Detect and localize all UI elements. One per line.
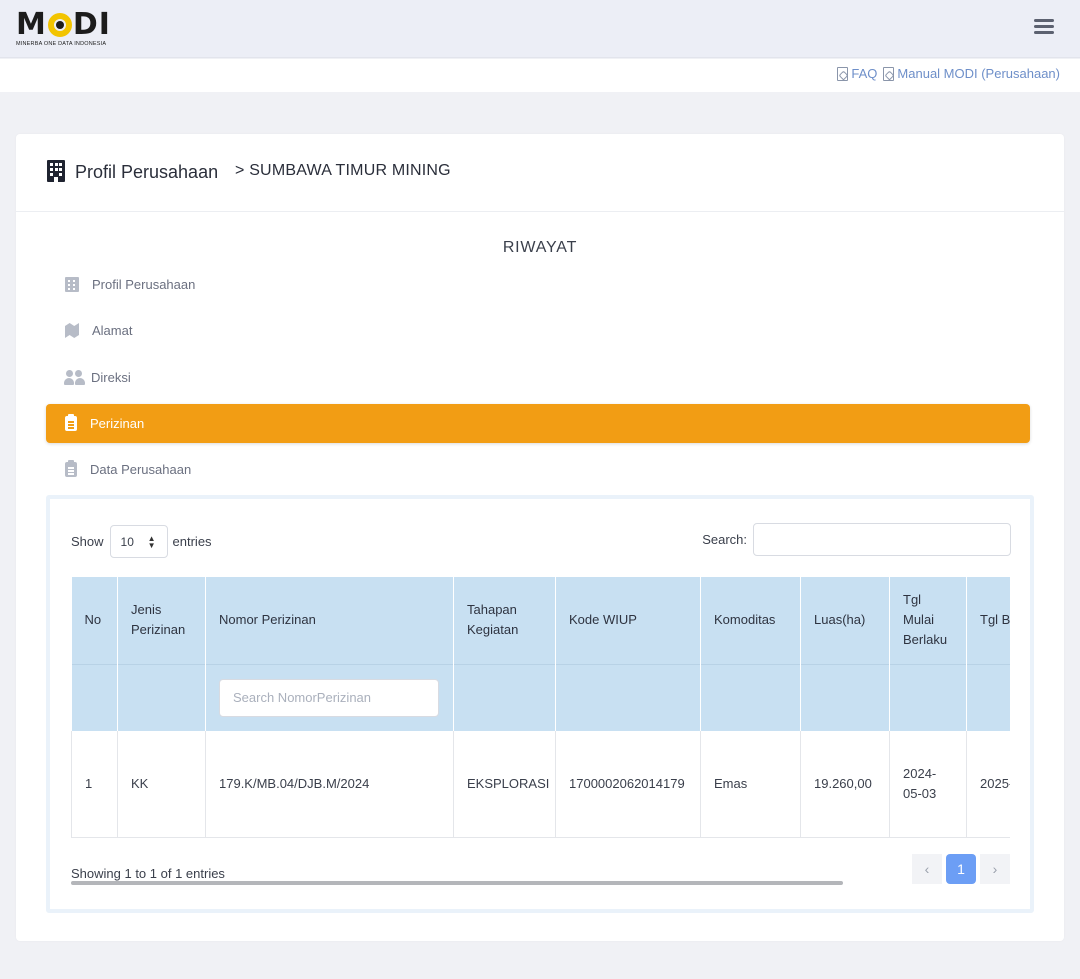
- card-header: Profil Perusahaan > SUMBAWA TIMUR MINING: [16, 134, 1064, 212]
- faq-link-label: FAQ: [851, 66, 878, 81]
- column-header-tgl-berakhir[interactable]: Tgl Berakhir: [966, 577, 1010, 664]
- modi-logo[interactable]: M DI MINERBA ONE DATA INDONESIA: [16, 10, 116, 50]
- table-cell: Emas: [700, 731, 801, 838]
- nav-item-perizinan[interactable]: Perizinan: [46, 404, 1030, 443]
- entries-label: entries: [172, 534, 212, 549]
- nav-item-data-perusahaan[interactable]: Data Perusahaan: [46, 450, 1030, 489]
- pagination: ‹ 1 ›: [912, 854, 1010, 884]
- horizontal-scrollbar[interactable]: [71, 881, 843, 885]
- nav-item-profil[interactable]: Profil Perusahaan: [46, 265, 1030, 304]
- next-page-button[interactable]: ›: [980, 854, 1010, 884]
- previous-page-button[interactable]: ‹: [912, 854, 942, 884]
- column-header-komoditas[interactable]: Komoditas: [700, 577, 801, 664]
- table-info: Showing 1 to 1 of 1 entries: [71, 866, 225, 881]
- search-input[interactable]: [753, 523, 1011, 556]
- table-cell: KK: [117, 731, 206, 838]
- table-cell: EKSPLORASI: [453, 731, 556, 838]
- table-cell: 2024-05-03: [889, 731, 967, 838]
- table-search: Search:: [702, 523, 1011, 556]
- search-label: Search:: [702, 532, 747, 547]
- nav-item-alamat[interactable]: Alamat: [46, 311, 1030, 350]
- table-cell: 179.K/MB.04/DJB.M/2024: [205, 731, 454, 838]
- entries-select-value: 10: [120, 534, 134, 549]
- column-header-luas[interactable]: Luas(ha): [800, 577, 890, 664]
- entries-length-control: Show 10 ▲ ▼ entries: [71, 525, 212, 558]
- manual-link[interactable]: Manual MODI (Perusahaan): [883, 66, 1060, 81]
- manual-link-label: Manual MODI (Perusahaan): [897, 66, 1060, 81]
- logo-letter-m: M: [16, 7, 47, 42]
- nomor-perizinan-filter-input[interactable]: [219, 678, 439, 717]
- table-cell: 2025-06-2: [966, 731, 1010, 838]
- nav-item-label: Alamat: [92, 323, 133, 338]
- pdf-file-icon: [883, 66, 895, 81]
- clipboard-icon: [65, 414, 77, 431]
- table-row: 1 KK 179.K/MB.04/DJB.M/2024 EKSPLORASI 1…: [71, 731, 1010, 838]
- building-icon: [47, 160, 65, 182]
- column-header-tgl-mulai[interactable]: Tgl Mulai Berlaku: [889, 577, 967, 664]
- nav-item-label: Perizinan: [90, 416, 145, 431]
- column-header-kode[interactable]: Kode WIUP: [555, 577, 701, 664]
- section-title: RIWAYAT: [502, 239, 578, 256]
- clipboard-icon: [65, 460, 77, 477]
- page-1-button[interactable]: 1: [946, 854, 976, 884]
- breadcrumb-company: > SUMBAWA TIMUR MINING: [235, 162, 451, 179]
- nav-item-direksi[interactable]: Direksi: [46, 358, 1030, 397]
- building-icon: [65, 277, 79, 292]
- pdf-file-icon: [837, 66, 849, 81]
- nav-item-label: Profil Perusahaan: [92, 277, 196, 292]
- table-scroll-area[interactable]: No Jenis Perizinan Nomor Perizinan Tahap…: [71, 577, 1010, 839]
- logo-o-icon: [47, 13, 72, 37]
- faq-link[interactable]: FAQ: [837, 66, 877, 81]
- logo-tagline: MINERBA ONE DATA INDONESIA: [16, 41, 107, 47]
- nav-item-label: Data Perusahaan: [90, 462, 192, 477]
- top-navbar: M DI MINERBA ONE DATA INDONESIA: [0, 0, 1080, 58]
- nav-item-label: Direksi: [91, 370, 131, 385]
- column-header-jenis[interactable]: Jenis Perizinan: [117, 577, 206, 664]
- users-icon: [64, 370, 86, 385]
- header-row: No Jenis Perizinan Nomor Perizinan Tahap…: [71, 577, 1010, 664]
- entries-select[interactable]: 10 ▲ ▼: [109, 525, 168, 558]
- menu-hamburger-icon[interactable]: [1034, 19, 1054, 37]
- column-header-no[interactable]: No: [71, 577, 118, 664]
- breadcrumb-main: Profil Perusahaan: [75, 162, 219, 182]
- company-profile-card: Profil Perusahaan > SUMBAWA TIMUR MINING…: [16, 134, 1064, 941]
- map-icon: [65, 323, 79, 338]
- table-cell: 1: [71, 731, 118, 838]
- table-cell: 19.260,00: [800, 731, 890, 838]
- perizinan-table-panel: Show 10 ▲ ▼ entries Search: No Jenis Peri…: [46, 495, 1034, 913]
- logo-letters-di: DI: [72, 7, 111, 42]
- show-label: Show: [71, 534, 104, 549]
- sort-arrows-icon: ▲ ▼: [147, 534, 156, 550]
- column-header-tahapan[interactable]: Tahapan Kegiatan: [453, 577, 556, 664]
- column-header-nomor[interactable]: Nomor Perizinan: [205, 577, 454, 664]
- filter-row: [71, 663, 1010, 731]
- help-links-bar: FAQ Manual MODI (Perusahaan): [0, 59, 1080, 92]
- perizinan-table: No Jenis Perizinan Nomor Perizinan Tahap…: [71, 577, 1010, 838]
- table-cell: 1700002062014179: [555, 731, 701, 838]
